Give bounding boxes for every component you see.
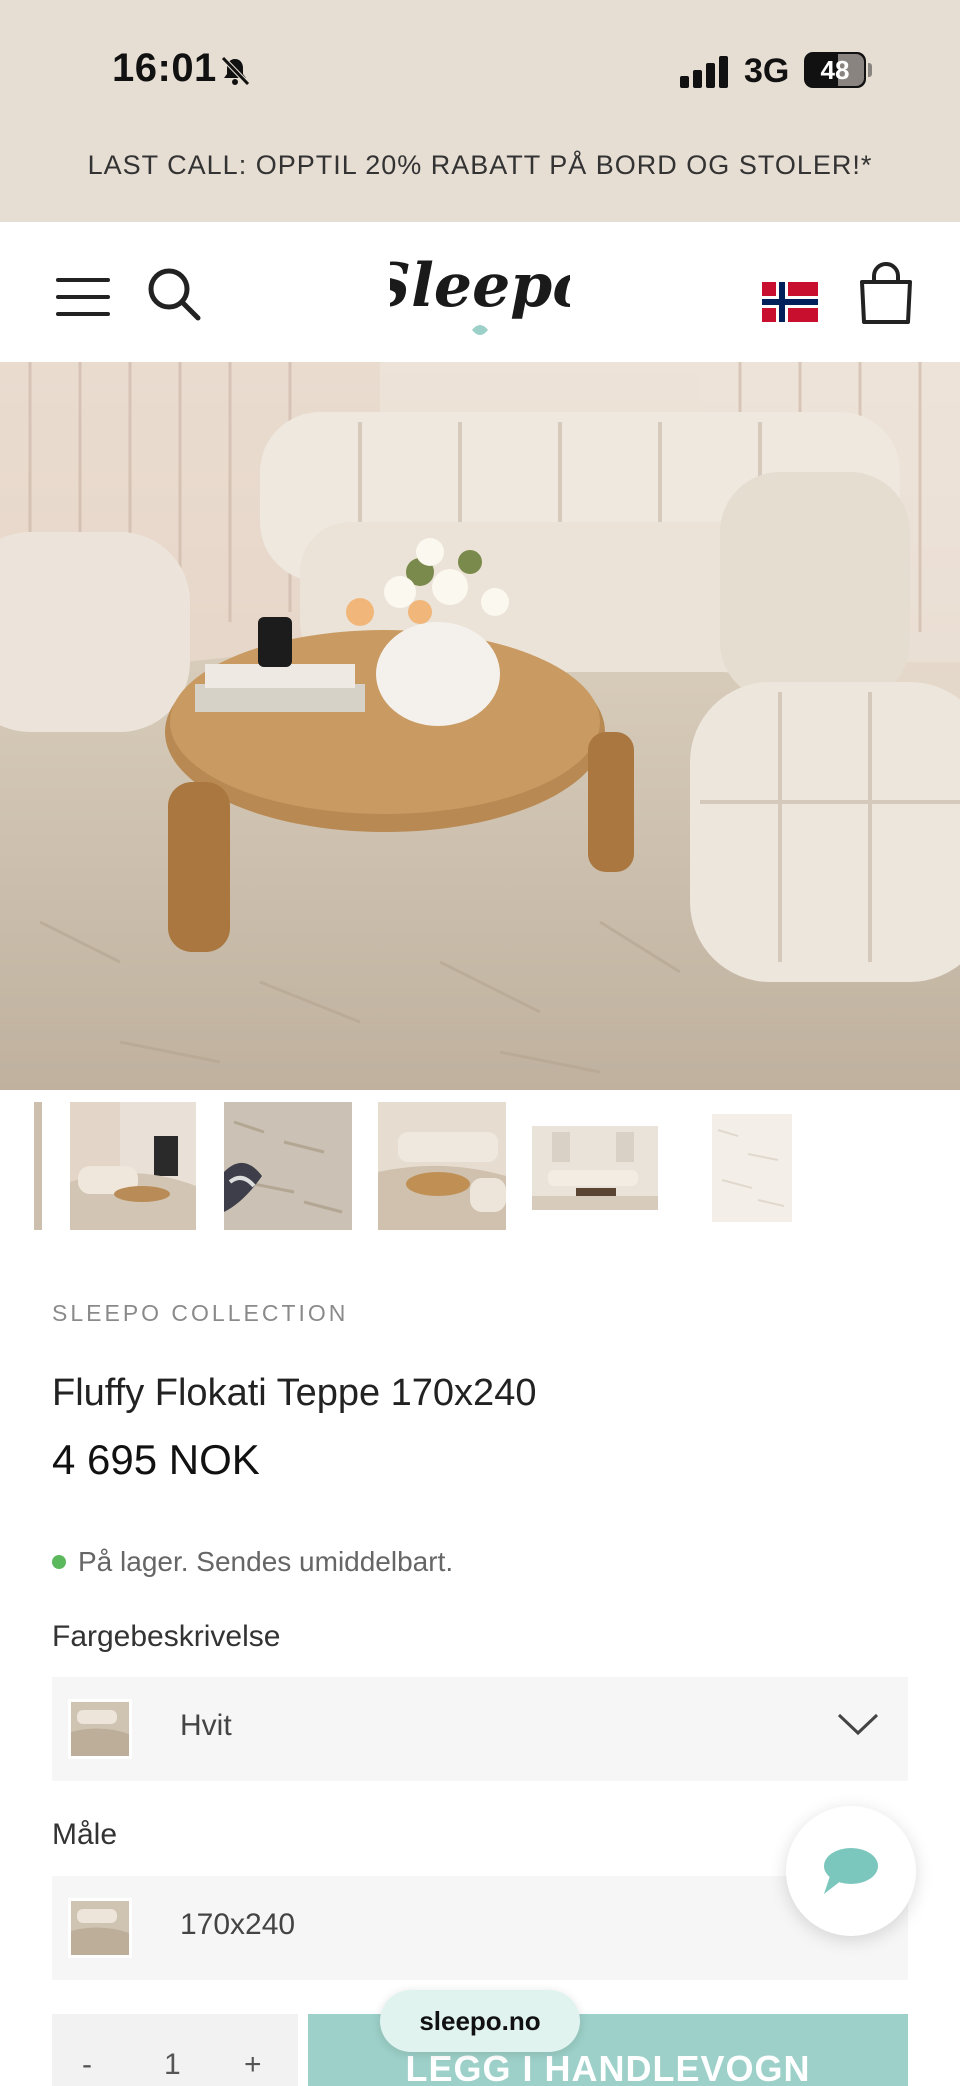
chevron-down-icon	[837, 1713, 879, 1736]
sleepo-logo[interactable]: Sleepo	[390, 238, 570, 348]
size-swatch	[68, 1898, 132, 1958]
status-time: 16:01	[112, 46, 217, 90]
color-value: Hvit	[180, 1709, 232, 1742]
stock-status: På lager. Sendes umiddelbart.	[52, 1546, 453, 1578]
battery-icon: 48	[804, 52, 866, 88]
promo-banner[interactable]: LAST CALL: OPPTIL 20% RABATT PÅ BORD OG …	[0, 150, 960, 181]
decrement-button[interactable]: -	[82, 2048, 92, 2082]
quantity-value[interactable]: 1	[164, 2048, 181, 2082]
size-value: 170x240	[180, 1908, 296, 1941]
color-label: Fargebeskrivelse	[52, 1620, 281, 1653]
bell-slash-icon	[221, 56, 250, 86]
thumbnail-3[interactable]	[378, 1102, 506, 1230]
hamburger-icon[interactable]	[56, 278, 110, 316]
browser-url-pill[interactable]: sleepo.no	[380, 1990, 580, 2052]
increment-button[interactable]: +	[244, 2048, 262, 2082]
thumbnail-4[interactable]	[532, 1126, 658, 1210]
thumbnail-partial[interactable]	[34, 1102, 42, 1230]
logo-text: Sleepo	[390, 251, 570, 321]
size-select[interactable]: 170x240	[52, 1876, 908, 1980]
norway-flag-icon[interactable]	[762, 282, 818, 322]
site-header: Sleepo	[0, 222, 960, 362]
network-type: 3G	[744, 52, 790, 90]
product-brand[interactable]: SLEEPO COLLECTION	[52, 1300, 348, 1327]
thumbnail-2[interactable]	[224, 1102, 352, 1230]
top-band: 16:01 3G 48 LAST CALL: OPPTIL 20% RABATT…	[0, 0, 960, 222]
search-icon[interactable]	[144, 264, 204, 324]
color-select[interactable]: Hvit	[52, 1677, 908, 1781]
quantity-stepper[interactable]: - 1 +	[52, 2014, 298, 2086]
stock-dot-icon	[52, 1554, 66, 1569]
status-bar: 16:01 3G 48	[0, 0, 960, 140]
battery-nub	[868, 63, 872, 77]
thumbnail-1[interactable]	[70, 1102, 196, 1230]
thumbnail-strip	[0, 1100, 960, 1234]
product-price: 4 695 NOK	[52, 1436, 260, 1483]
size-label: Måle	[52, 1818, 118, 1851]
shopping-bag-icon[interactable]	[856, 260, 916, 326]
chat-icon	[824, 1848, 878, 1894]
chat-button[interactable]	[786, 1806, 916, 1936]
color-swatch	[68, 1699, 132, 1759]
thumbnail-5[interactable]	[708, 1110, 796, 1226]
stock-text: På lager. Sendes umiddelbart.	[78, 1546, 454, 1577]
product-title: Fluffy Flokati Teppe 170x240	[52, 1372, 537, 1414]
battery-level: 48	[820, 55, 850, 85]
hero-product-image[interactable]	[0, 362, 960, 1090]
signal-icon	[680, 54, 730, 88]
